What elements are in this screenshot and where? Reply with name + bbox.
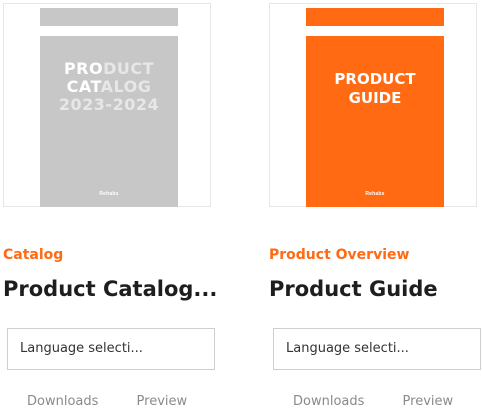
catalog-cover-image: PRODUCT CATALOG 2023-2024 Rehabs: [40, 8, 178, 207]
catalog-thumbnail[interactable]: PRODUCT CATALOG 2023-2024 Rehabs: [3, 3, 211, 207]
card-title[interactable]: Product Catalog...: [3, 277, 218, 301]
card-category: Product Overview: [269, 247, 410, 263]
card-links: Downloads Preview: [293, 394, 453, 409]
guide-thumbnail[interactable]: PRODUCT GUIDE Rehabs: [269, 3, 477, 207]
product-card-guide: PRODUCT GUIDE Rehabs Product Overview Pr…: [269, 0, 482, 417]
cover-top-band: [306, 8, 444, 26]
card-links: Downloads Preview: [27, 394, 187, 409]
product-card-catalog: PRODUCT CATALOG 2023-2024 Rehabs Catalog…: [3, 0, 218, 417]
language-selector[interactable]: Language selecti...: [7, 328, 215, 372]
card-title[interactable]: Product Guide: [269, 277, 482, 301]
cover-top-band: [40, 8, 178, 26]
downloads-link[interactable]: Downloads: [293, 394, 364, 409]
preview-link[interactable]: Preview: [403, 394, 454, 409]
language-selector[interactable]: Language selecti...: [273, 328, 481, 372]
language-dropdown-button[interactable]: [434, 328, 481, 370]
cover-title: PRODUCT GUIDE: [334, 70, 416, 107]
language-select-field[interactable]: Language selecti...: [273, 328, 435, 370]
downloads-link[interactable]: Downloads: [27, 394, 98, 409]
cover-title: PRODUCT CATALOG 2023-2024: [58, 59, 160, 114]
cover-body: [306, 36, 444, 207]
guide-cover-image: PRODUCT GUIDE Rehabs: [306, 8, 444, 207]
cover-brand-logo: Rehabs: [365, 191, 385, 197]
language-dropdown-button[interactable]: [168, 328, 215, 370]
card-category: Catalog: [3, 247, 64, 263]
language-select-field[interactable]: Language selecti...: [7, 328, 169, 370]
preview-link[interactable]: Preview: [137, 394, 188, 409]
cover-brand-logo: Rehabs: [99, 191, 119, 197]
